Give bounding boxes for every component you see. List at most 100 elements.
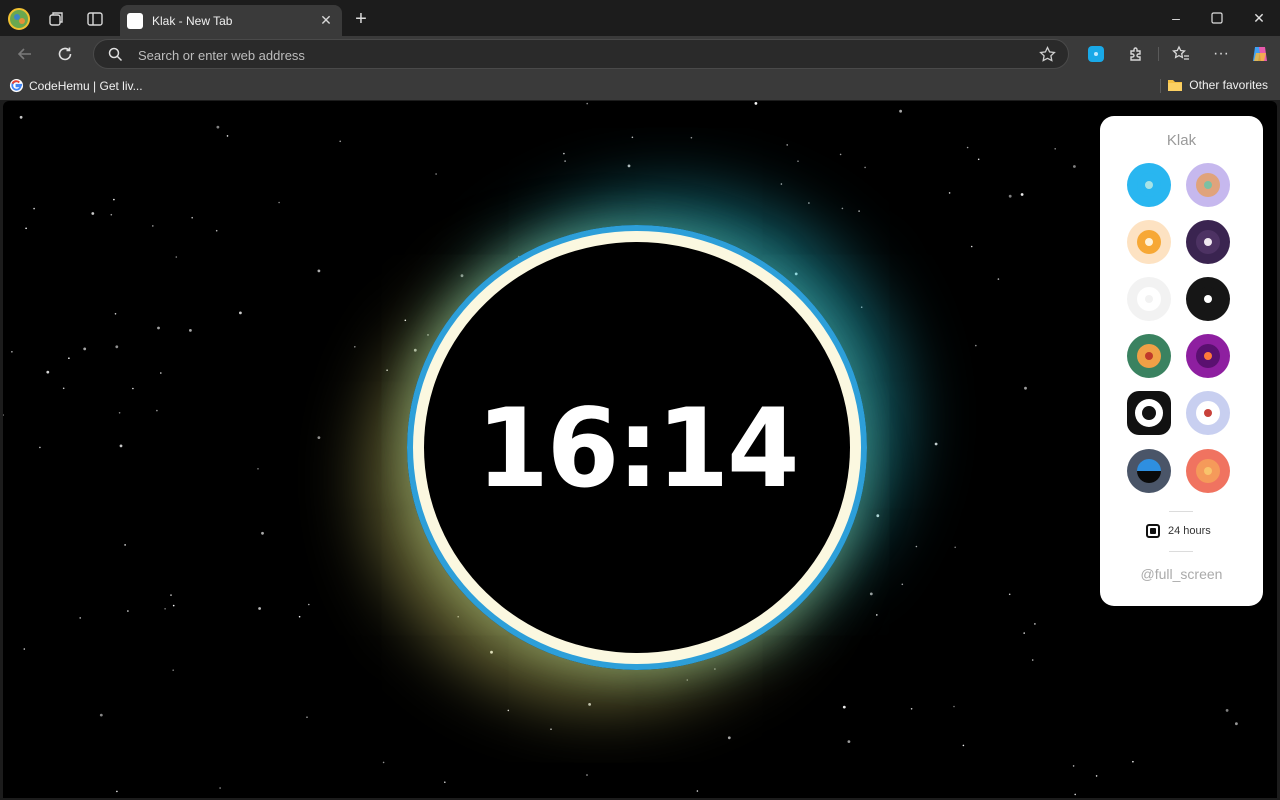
- star: [189, 329, 192, 332]
- star: [714, 668, 716, 670]
- fullscreen-link[interactable]: @full_screen: [1100, 566, 1263, 582]
- hours-toggle[interactable]: 24 hours: [1146, 524, 1211, 538]
- star: [160, 372, 162, 374]
- theme-swatch-sky[interactable]: [1127, 163, 1171, 207]
- star: [298, 615, 301, 618]
- star: [278, 201, 280, 204]
- theme-swatch-ring: [1196, 230, 1220, 254]
- theme-swatch-white[interactable]: [1127, 277, 1171, 321]
- extensions-puzzle-icon[interactable]: [1126, 44, 1146, 64]
- star: [876, 514, 880, 518]
- theme-swatch-forest[interactable]: [1127, 334, 1171, 378]
- favorite-codehemu[interactable]: CodeHemu | Get liv...: [9, 78, 143, 93]
- tab-title: Klak - New Tab: [152, 13, 233, 28]
- star: [869, 592, 873, 596]
- star: [216, 125, 220, 129]
- star: [339, 140, 342, 143]
- star: [1072, 765, 1075, 767]
- star: [563, 152, 565, 155]
- theme-swatch-magenta[interactable]: [1186, 334, 1230, 378]
- back-arrow-icon: [17, 48, 31, 60]
- star: [114, 313, 117, 315]
- search-input[interactable]: [136, 40, 1020, 70]
- clock-face: 16:14: [424, 242, 850, 653]
- star: [550, 728, 552, 730]
- star: [460, 274, 464, 278]
- tab-close-icon[interactable]: ✕: [314, 12, 338, 29]
- more-options-icon[interactable]: ···: [1211, 44, 1231, 64]
- star: [696, 790, 699, 792]
- star: [915, 545, 918, 548]
- panel-divider-bottom: [1169, 551, 1193, 552]
- star: [132, 387, 134, 390]
- star: [1023, 632, 1025, 634]
- title-bar: Klak - New Tab ✕ + – ✕: [0, 0, 1280, 36]
- theme-swatch-dot: [1204, 409, 1212, 417]
- theme-swatch-dot: [1145, 181, 1153, 189]
- star: [864, 166, 866, 169]
- address-bar[interactable]: [93, 39, 1069, 70]
- back-button[interactable]: [13, 42, 37, 66]
- star: [786, 144, 788, 146]
- star: [164, 608, 166, 610]
- star: [797, 160, 799, 162]
- star: [507, 709, 510, 712]
- star: [306, 716, 308, 718]
- star: [1054, 148, 1056, 150]
- theme-swatch-lavender[interactable]: [1186, 163, 1230, 207]
- theme-swatch-ocean[interactable]: [1127, 449, 1171, 493]
- theme-swatch-ring: [1196, 459, 1220, 483]
- folder-icon: [1168, 80, 1183, 91]
- star: [1031, 659, 1034, 661]
- star: [754, 102, 758, 105]
- star: [191, 216, 193, 219]
- theme-swatch-black[interactable]: [1186, 277, 1230, 321]
- maximize-button[interactable]: [1203, 6, 1231, 30]
- star: [261, 531, 264, 535]
- star: [727, 736, 731, 740]
- copilot-icon[interactable]: [1250, 44, 1270, 64]
- favorite-label: CodeHemu | Get liv...: [29, 78, 143, 93]
- vertical-tabs-icon[interactable]: [84, 8, 106, 30]
- star: [386, 369, 388, 372]
- extension-klak-icon[interactable]: [1086, 44, 1106, 64]
- other-favorites[interactable]: Other favorites: [1167, 78, 1268, 92]
- star: [808, 202, 810, 204]
- theme-swatch-plum[interactable]: [1186, 220, 1230, 264]
- workspaces-icon[interactable]: [45, 8, 67, 30]
- star: [1235, 722, 1238, 726]
- star: [152, 225, 154, 227]
- favorite-star-icon[interactable]: [1039, 46, 1056, 63]
- theme-swatch-periwinkle[interactable]: [1186, 391, 1230, 435]
- star: [858, 210, 860, 212]
- star: [842, 705, 846, 709]
- star: [1073, 165, 1076, 168]
- close-window-button[interactable]: ✕: [1245, 6, 1273, 30]
- star: [258, 607, 261, 610]
- theme-swatch-ring: [1137, 287, 1161, 311]
- star: [156, 409, 158, 412]
- theme-swatch-dot: [1204, 295, 1212, 303]
- profile-avatar-icon[interactable]: [8, 8, 30, 30]
- theme-swatch-mono[interactable]: [1127, 391, 1171, 435]
- tab-klak[interactable]: Klak - New Tab ✕: [120, 5, 342, 36]
- star: [794, 272, 798, 276]
- star: [157, 326, 160, 330]
- hours-checkbox[interactable]: [1146, 524, 1160, 538]
- star: [239, 311, 242, 315]
- theme-swatch-peach[interactable]: [1127, 220, 1171, 264]
- theme-swatch-coral[interactable]: [1186, 449, 1230, 493]
- star: [23, 648, 26, 650]
- star: [690, 136, 693, 139]
- klak-settings-panel: Klak 24 hours @full_screen: [1100, 116, 1263, 606]
- favorites-icon[interactable]: [1171, 44, 1191, 64]
- minimize-button[interactable]: –: [1162, 6, 1190, 30]
- star: [910, 708, 913, 710]
- star: [113, 198, 115, 201]
- star: [3, 414, 4, 416]
- star: [172, 669, 174, 671]
- refresh-button[interactable]: [53, 42, 77, 66]
- theme-swatch-ring: [1196, 401, 1220, 425]
- new-tab-button[interactable]: +: [350, 8, 372, 30]
- tab-favicon-icon: [127, 12, 143, 29]
